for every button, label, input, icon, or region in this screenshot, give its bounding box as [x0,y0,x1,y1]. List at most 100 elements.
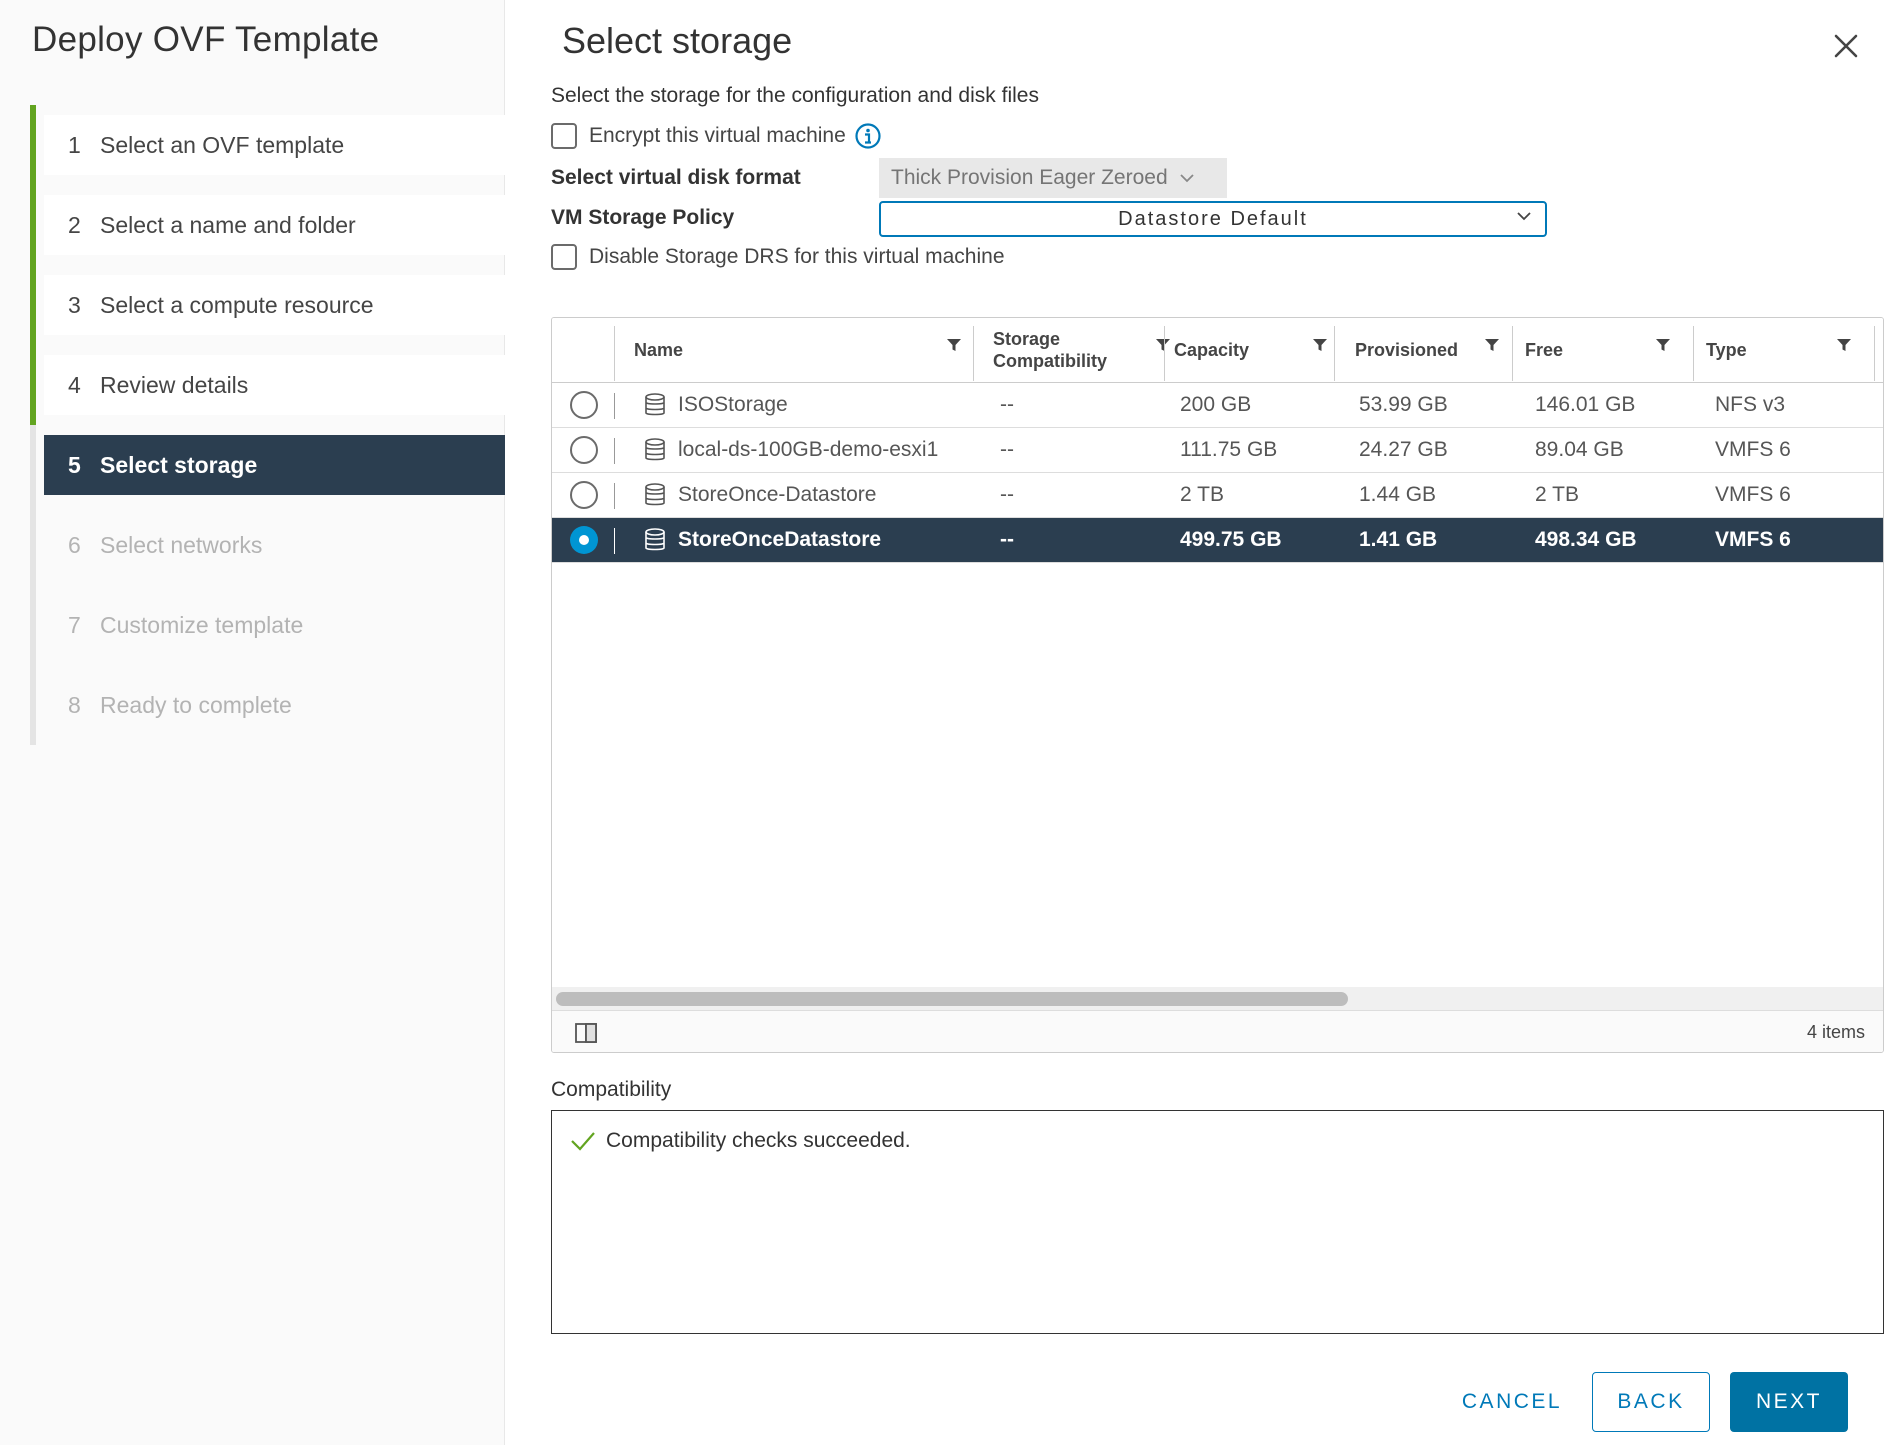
cell-compatibility: -- [1000,393,1014,416]
step-number: 6 [68,531,81,558]
table-row[interactable]: local-ds-100GB-demo-esxi1 -- 111.75 GB 2… [552,428,1883,473]
filter-icon[interactable] [1834,335,1854,355]
horizontal-scrollbar[interactable] [552,987,1883,1010]
column-header-provisioned[interactable]: Provisioned [1355,318,1530,382]
table-row[interactable]: StoreOnce-Datastore -- 2 TB 1.44 GB 2 TB… [552,473,1883,518]
table-row[interactable]: ISOStorage -- 200 GB 53.99 GB 146.01 GB … [552,383,1883,428]
column-header-free[interactable]: Free [1525,318,1695,382]
wizard-step-4[interactable]: 4 Review details [30,345,505,425]
step-number: 1 [68,131,81,158]
step-label: Customize template [100,611,304,638]
encrypt-checkbox[interactable] [551,123,577,149]
disk-format-value: Thick Provision Eager Zeroed [891,166,1168,189]
cell-capacity: 200 GB [1180,393,1252,416]
step-number: 2 [68,211,81,238]
wizard-content: Select storage Select the storage for th… [506,0,1890,1445]
database-icon [645,393,665,416]
cell-capacity: 499.75 GB [1180,528,1282,551]
database-icon [645,528,665,551]
cell-free: 2 TB [1535,483,1579,506]
step-progress-bar [30,425,36,505]
disable-drs-checkbox[interactable] [551,244,577,270]
filter-icon[interactable] [1153,335,1173,355]
cell-name: StoreOnceDatastore [644,518,881,562]
back-button[interactable]: BACK [1592,1372,1710,1432]
close-icon [1834,34,1858,58]
table-row-selected[interactable]: StoreOnceDatastore -- 499.75 GB 1.41 GB … [552,518,1883,563]
scrollbar-thumb[interactable] [556,992,1348,1006]
step-label: Review details [100,371,249,398]
cell-type: VMFS 6 [1715,528,1791,551]
column-header-type[interactable]: Type [1706,318,1876,382]
column-header-label: Compatibility [993,351,1108,371]
row-separator [614,438,615,464]
wizard-step-6: 6 Select networks [30,505,505,585]
cell-provisioned: 1.41 GB [1359,528,1438,551]
column-header-label: Type [1706,340,1747,360]
disk-format-label: Select virtual disk format [551,166,801,189]
cell-capacity: 111.75 GB [1180,438,1278,461]
column-separator [1164,326,1165,381]
column-toggle-icon[interactable] [574,1022,598,1044]
row-radio-selected[interactable] [570,526,598,554]
cancel-button[interactable]: CANCEL [1447,1372,1577,1432]
wizard-step-7: 7 Customize template [30,585,505,665]
column-separator [614,326,615,381]
filter-icon[interactable] [1310,335,1330,355]
step-number: 8 [68,691,81,718]
filter-icon[interactable] [1482,335,1502,355]
page-title: Select storage [562,20,793,61]
step-label: Select a compute resource [100,291,374,318]
next-button[interactable]: NEXT [1730,1372,1848,1432]
storage-policy-select[interactable]: Datastore Default [879,201,1547,237]
cell-name: ISOStorage [644,383,788,427]
database-icon [645,438,665,461]
row-radio[interactable] [570,436,598,464]
row-separator [614,483,615,509]
column-header-capacity[interactable]: Capacity [1174,318,1349,382]
cell-name: local-ds-100GB-demo-esxi1 [644,428,938,472]
wizard-step-2[interactable]: 2 Select a name and folder [30,185,505,265]
wizard-step-1[interactable]: 1 Select an OVF template [30,105,505,185]
step-number: 5 [68,451,81,478]
step-progress-bar [30,105,36,185]
compatibility-label: Compatibility [551,1078,672,1101]
column-separator [1334,326,1335,381]
step-number: 4 [68,371,81,398]
step-label: Select an OVF template [100,131,345,158]
wizard-step-5[interactable]: 5 Select storage [30,425,505,505]
wizard-nav: Deploy OVF Template 1 Select an OVF templ… [0,0,505,1445]
page-subtitle: Select the storage for the configuration… [551,84,1039,107]
column-separator [1874,326,1875,381]
chevron-down-icon [1179,174,1194,183]
info-icon[interactable] [854,122,882,150]
column-separator [1512,326,1513,381]
grid-header: Name Storage Compatibility Capacity Prov… [552,318,1883,383]
disable-drs-label: Disable Storage DRS for this virtual mac… [589,245,1005,268]
step-progress-bar [30,585,36,665]
datastore-name: ISOStorage [678,393,788,416]
cell-type: VMFS 6 [1715,483,1791,506]
row-separator [614,393,615,419]
encrypt-label: Encrypt this virtual machine [589,124,846,147]
cell-provisioned: 53.99 GB [1359,393,1448,416]
filter-icon[interactable] [1653,335,1673,355]
column-header-label: Capacity [1174,340,1250,360]
wizard-step-3[interactable]: 3 Select a compute resource [30,265,505,345]
filter-icon[interactable] [944,335,964,355]
column-separator [973,326,974,381]
row-radio[interactable] [570,391,598,419]
datastore-name: StoreOnce-Datastore [678,483,877,506]
column-header-compatibility[interactable]: Storage Compatibility [993,318,1183,382]
column-header-label: Free [1525,340,1564,360]
grid-footer: 4 items [552,1010,1883,1052]
step-label: Select a name and folder [100,211,356,238]
step-number: 3 [68,291,81,318]
column-header-name[interactable]: Name [634,318,974,382]
close-button[interactable] [1830,30,1862,62]
cell-name: StoreOnce-Datastore [644,473,876,517]
disk-format-select[interactable]: Thick Provision Eager Zeroed [879,158,1227,198]
row-radio[interactable] [570,481,598,509]
step-progress-bar [30,185,36,265]
wizard-step-8: 8 Ready to complete [30,665,505,745]
